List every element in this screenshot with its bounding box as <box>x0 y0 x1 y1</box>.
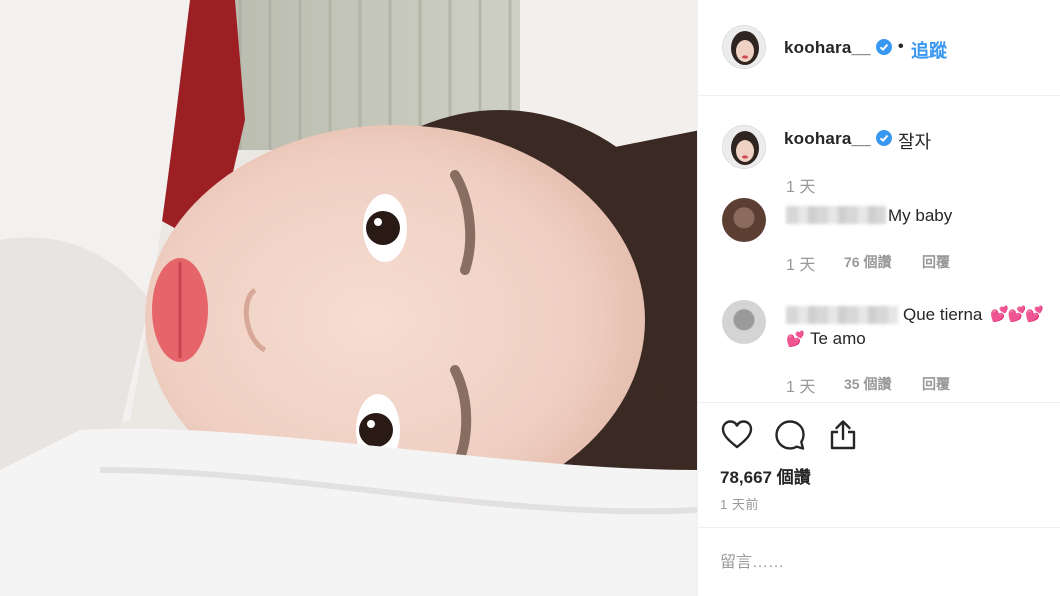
post-time[interactable]: 1 天前 <box>720 494 759 513</box>
verified-badge-icon <box>876 130 892 146</box>
commenter-avatar[interactable] <box>722 198 766 242</box>
comment-time[interactable]: 1 天 <box>786 373 815 397</box>
post-photo[interactable] <box>0 0 697 596</box>
caption-text: 잘자 <box>898 132 932 152</box>
share-icon[interactable] <box>826 418 860 452</box>
comment-text-line1: Que tierna <box>903 305 983 324</box>
author-username[interactable]: koohara__ <box>784 38 871 58</box>
comment-time[interactable]: 1 天 <box>786 251 815 275</box>
commenter-username-redacted <box>786 206 886 224</box>
comment-text-line2: Te amo <box>810 329 866 348</box>
heart-icon[interactable] <box>720 418 754 452</box>
post-side-panel: koohara__ • 追蹤 koohara__ 잘자 1 天 My baby … <box>697 0 1060 596</box>
comment-likes[interactable]: 35 個讚 <box>844 374 891 394</box>
author-avatar[interactable] <box>722 25 766 69</box>
post-header: koohara__ • 追蹤 <box>698 0 1060 96</box>
like-count[interactable]: 78,667 個讚 <box>720 463 811 488</box>
caption-username[interactable]: koohara__ <box>784 129 871 149</box>
reply-button[interactable]: 回覆 <box>922 374 950 394</box>
caption-time[interactable]: 1 天 <box>786 173 815 197</box>
reply-button[interactable]: 回覆 <box>922 252 950 272</box>
selfie-image <box>0 0 697 596</box>
follow-button[interactable]: 追蹤 <box>911 37 947 63</box>
hearts-emoji-icon: 💕💕💕 <box>990 306 1044 323</box>
comment-likes[interactable]: 76 個讚 <box>844 252 891 272</box>
verified-badge-icon <box>876 39 892 55</box>
divider <box>698 402 1060 403</box>
commenter-avatar[interactable] <box>722 300 766 344</box>
commenter-username-redacted <box>786 306 898 324</box>
hearts-emoji-icon: 💕 <box>786 331 805 348</box>
caption-author-avatar[interactable] <box>722 125 766 169</box>
comment-icon[interactable] <box>773 418 807 452</box>
comment-text: My baby <box>888 206 953 225</box>
divider <box>698 527 1060 528</box>
separator-dot: • <box>898 38 904 55</box>
comment-input[interactable] <box>720 546 1040 580</box>
